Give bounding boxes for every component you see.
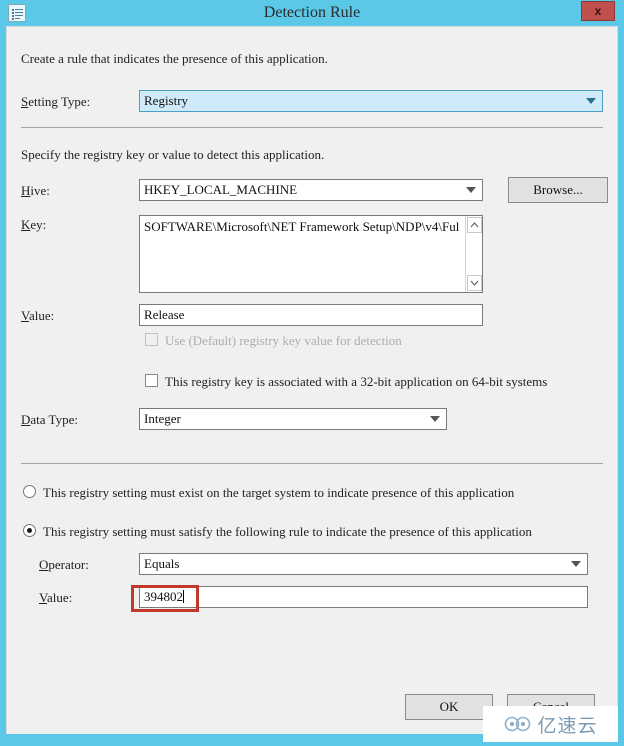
intro-text: Create a rule that indicates the presenc… (21, 51, 328, 66)
operator-select[interactable]: Equals (139, 553, 588, 575)
setting-type-value: Registry (144, 93, 189, 108)
browse-button[interactable]: Browse... (508, 177, 608, 203)
setting-type-select[interactable]: Registry (139, 90, 603, 112)
scroll-down-icon[interactable] (467, 275, 482, 291)
hive-select[interactable]: HKEY_LOCAL_MACHINE (139, 179, 483, 201)
cloud-icon (505, 716, 531, 732)
radio-must-satisfy[interactable] (23, 524, 36, 537)
text-caret (183, 590, 184, 603)
ok-button-label: OK (439, 699, 459, 714)
key-value: SOFTWARE\Microsoft\NET Framework Setup\N… (144, 219, 459, 234)
separator-middle (21, 463, 603, 464)
wow64-checkbox-label: This registry key is associated with a 3… (165, 374, 548, 389)
wow64-checkbox[interactable] (145, 374, 158, 387)
radio-must-exist-label: This registry setting must exist on the … (43, 485, 515, 500)
chevron-down-icon (466, 187, 476, 193)
browse-button-label: Browse... (533, 182, 583, 197)
chevron-down-icon (586, 98, 596, 104)
key-scrollbar[interactable] (465, 216, 482, 292)
chevron-down-icon (571, 561, 581, 567)
data-type-label: Data Type: (21, 412, 78, 427)
operator-label: Operator: (39, 557, 89, 572)
chevron-down-icon (430, 416, 440, 422)
compare-value-label: Value: (39, 590, 73, 605)
compare-value-input[interactable]: 394802 (139, 586, 588, 608)
watermark: 亿速云 (483, 706, 618, 742)
title-bar[interactable]: Detection Rule x (0, 0, 624, 26)
close-icon[interactable]: x (581, 1, 615, 21)
data-type-value: Integer (144, 411, 181, 426)
data-type-select[interactable]: Integer (139, 408, 447, 430)
use-default-checkbox (145, 333, 158, 346)
scroll-up-icon[interactable] (467, 217, 482, 233)
compare-value-text: 394802 (144, 589, 183, 604)
key-textarea[interactable]: SOFTWARE\Microsoft\NET Framework Setup\N… (139, 215, 483, 293)
hive-value: HKEY_LOCAL_MACHINE (144, 182, 298, 197)
registry-section-description: Specify the registry key or value to det… (21, 147, 325, 162)
hive-label: Hive: (21, 183, 50, 198)
separator-top (21, 127, 603, 128)
radio-must-exist[interactable] (23, 485, 36, 498)
use-default-checkbox-label: Use (Default) registry key value for det… (165, 333, 402, 348)
key-label: Key: (21, 217, 47, 232)
watermark-text: 亿速云 (537, 715, 598, 737)
ok-button[interactable]: OK (405, 694, 493, 720)
detection-rule-dialog: Detection Rule x Create a rule that indi… (0, 0, 624, 746)
setting-type-label: Setting Type: (21, 94, 91, 109)
registry-value-input[interactable]: Release (139, 304, 483, 326)
window-title: Detection Rule (263, 4, 361, 21)
operator-value: Equals (144, 556, 180, 571)
registry-value-label: Value: (21, 308, 55, 323)
dialog-body: Create a rule that indicates the presenc… (6, 26, 618, 734)
radio-must-satisfy-label: This registry setting must satisfy the f… (43, 524, 532, 539)
registry-value-text: Release (144, 307, 185, 322)
